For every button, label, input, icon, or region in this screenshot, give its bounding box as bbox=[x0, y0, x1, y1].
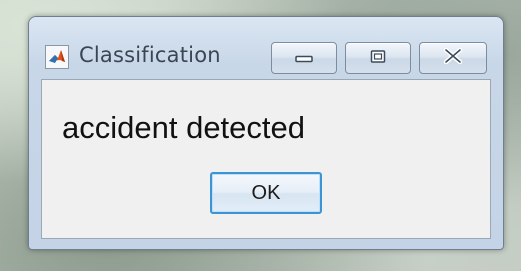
message-text: accident detected bbox=[62, 110, 306, 145]
window-title: Classification bbox=[79, 43, 221, 67]
close-icon bbox=[443, 47, 463, 68]
restore-icon bbox=[370, 49, 386, 68]
dialog-window: Classification accident detected OK bbox=[28, 16, 504, 250]
minimize-button[interactable] bbox=[271, 42, 337, 74]
dialog-body: accident detected OK bbox=[41, 79, 491, 239]
ok-button-label: OK bbox=[251, 181, 281, 204]
maximize-button[interactable] bbox=[345, 42, 411, 74]
close-button[interactable] bbox=[419, 42, 487, 74]
ok-button[interactable]: OK bbox=[210, 172, 322, 214]
title-bar[interactable]: Classification bbox=[29, 17, 503, 79]
minimize-icon bbox=[295, 49, 313, 68]
matlab-icon bbox=[45, 45, 69, 69]
